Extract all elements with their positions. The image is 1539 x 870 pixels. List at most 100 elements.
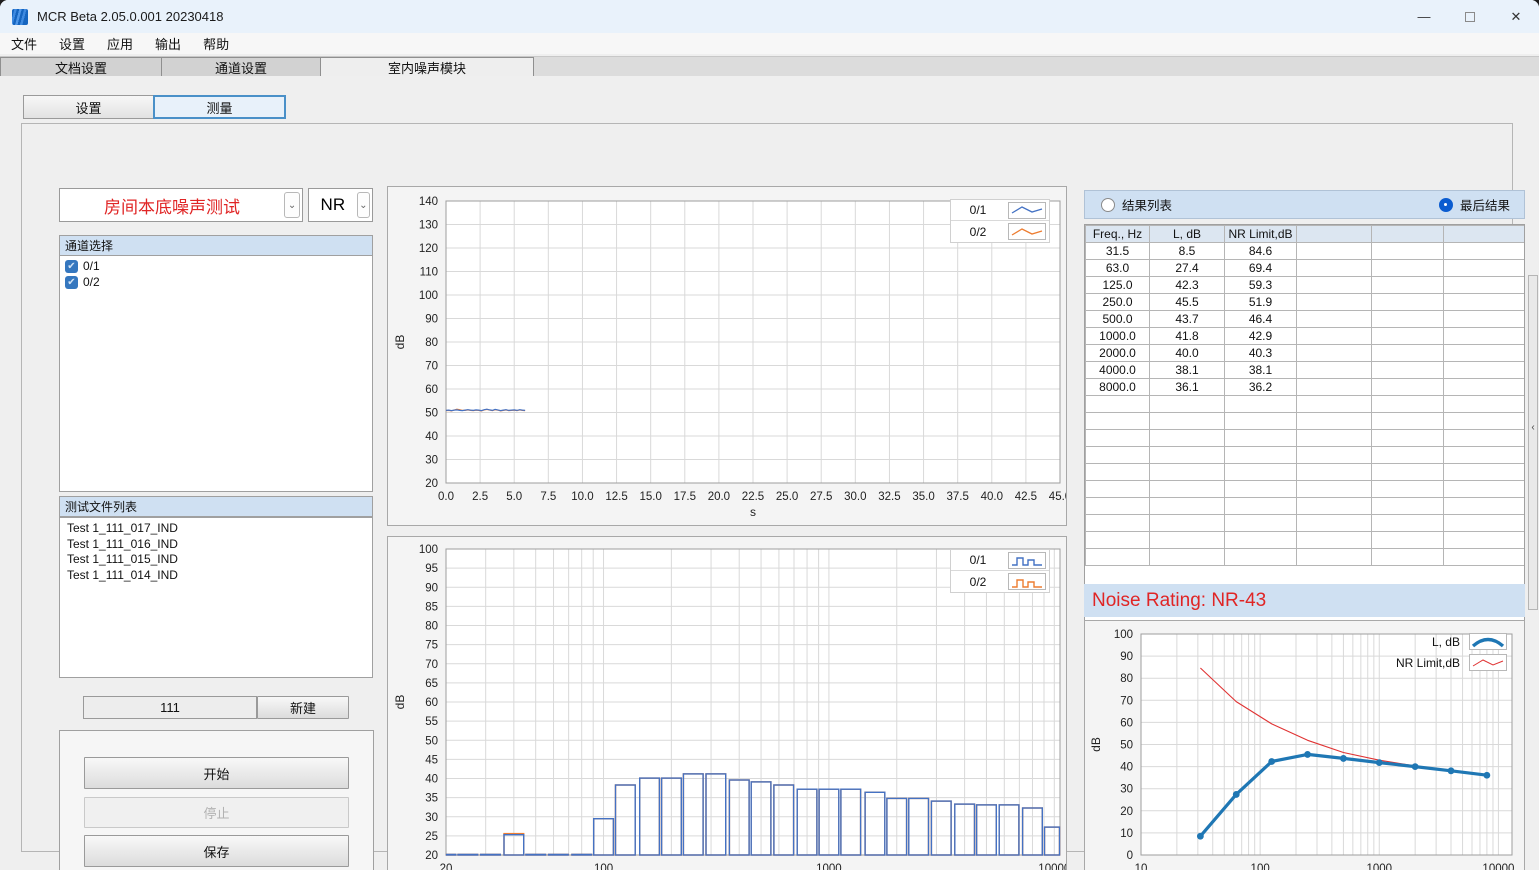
table-row[interactable]: 2000.040.040.3 <box>1086 345 1526 362</box>
svg-text:50: 50 <box>1120 740 1133 752</box>
subtab-测量[interactable]: 测量 <box>153 95 286 119</box>
svg-text:120: 120 <box>419 243 438 255</box>
table-cell <box>1372 362 1444 379</box>
table-cell: 1000.0 <box>1086 328 1150 345</box>
new-button[interactable]: 新建 <box>257 696 349 719</box>
svg-text:45.0: 45.0 <box>1049 491 1066 503</box>
test-file-item[interactable]: Test 1_111_016_IND <box>60 537 372 553</box>
panel-collapse-splitter[interactable]: ‹ <box>1528 275 1538 610</box>
legend-entry-0/1: 0/1 <box>951 550 1049 571</box>
svg-text:80: 80 <box>425 621 438 633</box>
table-row[interactable]: 1000.041.842.9 <box>1086 328 1526 345</box>
chevron-down-icon[interactable]: ⌄ <box>357 192 370 218</box>
menu-item-设置[interactable]: 设置 <box>48 34 96 53</box>
table-cell: 2000.0 <box>1086 345 1150 362</box>
svg-text:20: 20 <box>425 850 438 862</box>
svg-text:10: 10 <box>1135 863 1148 870</box>
svg-text:40: 40 <box>425 431 438 443</box>
svg-text:80: 80 <box>425 337 438 349</box>
svg-text:10000: 10000 <box>1482 863 1514 870</box>
table-cell <box>1444 311 1526 328</box>
test-file-item[interactable]: Test 1_111_015_IND <box>60 552 372 568</box>
test-file-list: Test 1_111_017_INDTest 1_111_016_INDTest… <box>59 517 373 678</box>
svg-text:1000: 1000 <box>1366 863 1392 870</box>
table-row-empty <box>1086 481 1526 498</box>
last-result-radio[interactable]: 最后结果 <box>1439 195 1510 214</box>
legend-entry-L, dB: L, dB <box>1380 631 1510 652</box>
table-cell: 38.1 <box>1225 362 1297 379</box>
result-list-radio[interactable]: 结果列表 <box>1101 195 1172 214</box>
table-cell: 69.4 <box>1225 260 1297 277</box>
title-bar: MCR Beta 2.05.0.001 20230418 — ✕ <box>0 0 1539 33</box>
channel-label: 0/2 <box>83 275 100 289</box>
channel-item-0/1[interactable]: ✔0/1 <box>60 258 372 274</box>
table-cell <box>1372 277 1444 294</box>
table-row[interactable]: 63.027.469.4 <box>1086 260 1526 277</box>
svg-text:55: 55 <box>425 716 438 728</box>
save-button[interactable]: 保存 <box>84 835 349 867</box>
menu-item-输出[interactable]: 输出 <box>144 34 192 53</box>
svg-text:dB: dB <box>393 335 407 350</box>
table-cell: 500.0 <box>1086 311 1150 328</box>
svg-text:50: 50 <box>425 735 438 747</box>
session-name-input[interactable]: 111 <box>83 696 257 719</box>
checkbox-checked-icon[interactable]: ✔ <box>65 276 78 289</box>
menu-item-帮助[interactable]: 帮助 <box>192 34 240 53</box>
test-file-item[interactable]: Test 1_111_014_IND <box>60 568 372 584</box>
channel-list: ✔0/1✔0/2 <box>59 256 373 492</box>
table-cell: 40.3 <box>1225 345 1297 362</box>
table-row[interactable]: 500.043.746.4 <box>1086 311 1526 328</box>
svg-text:2.5: 2.5 <box>472 491 488 503</box>
table-cell: 51.9 <box>1225 294 1297 311</box>
table-cell <box>1444 243 1526 260</box>
table-row-empty <box>1086 549 1526 566</box>
result-view-switch: 结果列表 最后结果 <box>1084 190 1525 219</box>
test-file-item[interactable]: Test 1_111_017_IND <box>60 521 372 537</box>
table-cell <box>1372 294 1444 311</box>
svg-text:110: 110 <box>420 267 438 279</box>
channel-item-0/2[interactable]: ✔ 0/2 <box>60 274 372 290</box>
svg-text:30: 30 <box>1120 784 1133 796</box>
maximize-button[interactable] <box>1447 0 1493 33</box>
svg-text:70: 70 <box>1120 695 1133 707</box>
svg-text:60: 60 <box>1120 717 1133 729</box>
table-row[interactable]: 4000.038.138.1 <box>1086 362 1526 379</box>
svg-text:37.5: 37.5 <box>946 491 968 503</box>
tab-文档设置[interactable]: 文档设置 <box>0 57 162 77</box>
subtab-设置[interactable]: 设置 <box>23 95 154 119</box>
table-row[interactable]: 125.042.359.3 <box>1086 277 1526 294</box>
tab-通道设置[interactable]: 通道设置 <box>161 57 321 77</box>
nr-chart-legend: L, dBNR Limit,dB <box>1380 631 1510 673</box>
table-cell: 41.8 <box>1150 328 1225 345</box>
svg-text:100: 100 <box>419 290 438 302</box>
tab-室内噪声模块[interactable]: 室内噪声模块 <box>320 57 534 77</box>
svg-text:100: 100 <box>1251 863 1270 870</box>
results-col-header <box>1444 226 1526 243</box>
spectrum-chart-legend: 0/10/2 <box>950 549 1050 593</box>
chevron-down-icon[interactable]: ⌄ <box>284 192 300 218</box>
start-button[interactable]: 开始 <box>84 757 349 789</box>
test-type-combobox[interactable]: 房间本底噪声测试 ⌄ <box>59 188 303 222</box>
rating-standard-combobox[interactable]: NR ⌄ <box>308 188 373 222</box>
minimize-button[interactable]: — <box>1401 0 1447 33</box>
table-row[interactable]: 250.045.551.9 <box>1086 294 1526 311</box>
table-cell <box>1372 345 1444 362</box>
svg-text:40: 40 <box>425 774 438 786</box>
svg-text:20: 20 <box>425 478 438 490</box>
table-cell: 4000.0 <box>1086 362 1150 379</box>
svg-text:30.0: 30.0 <box>844 491 866 503</box>
table-cell: 31.5 <box>1086 243 1150 260</box>
table-row-empty <box>1086 498 1526 515</box>
table-row[interactable]: 31.58.584.6 <box>1086 243 1526 260</box>
table-cell: 43.7 <box>1150 311 1225 328</box>
close-button[interactable]: ✕ <box>1493 0 1539 33</box>
svg-text:75: 75 <box>425 640 438 652</box>
menu-item-应用[interactable]: 应用 <box>96 34 144 53</box>
checkbox-checked-icon[interactable]: ✔ <box>65 260 78 273</box>
table-row[interactable]: 8000.036.136.2 <box>1086 379 1526 396</box>
menu-item-文件[interactable]: 文件 <box>0 34 48 53</box>
radio-on-icon <box>1439 198 1453 212</box>
table-cell: 36.2 <box>1225 379 1297 396</box>
svg-text:85: 85 <box>425 601 438 613</box>
main-tab-bar: 文档设置通道设置室内噪声模块 <box>0 56 1539 76</box>
